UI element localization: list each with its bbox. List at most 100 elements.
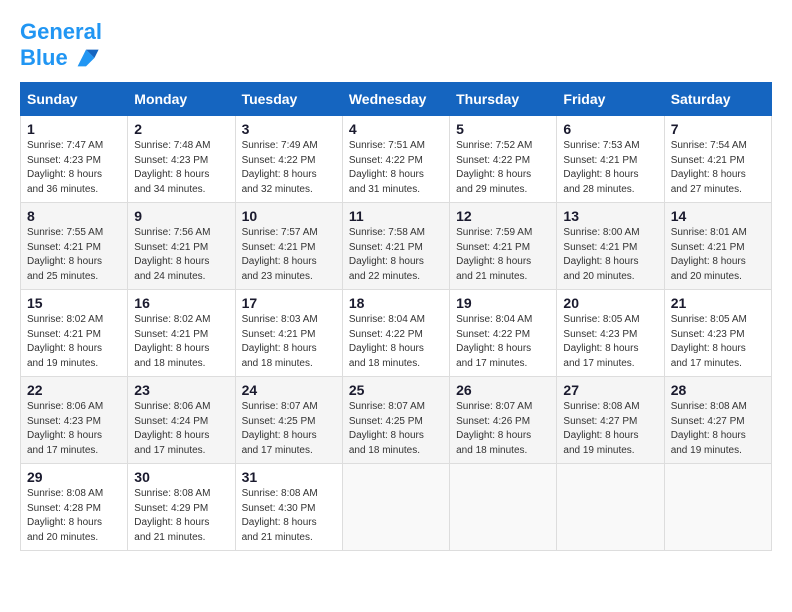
weekday-header-thursday: Thursday (450, 83, 557, 116)
calendar-day-cell: 3 Sunrise: 7:49 AM Sunset: 4:22 PM Dayli… (235, 116, 342, 203)
calendar-day-cell: 16 Sunrise: 8:02 AM Sunset: 4:21 PM Dayl… (128, 290, 235, 377)
day-number: 4 (349, 121, 443, 137)
weekday-header-tuesday: Tuesday (235, 83, 342, 116)
calendar-day-cell: 9 Sunrise: 7:56 AM Sunset: 4:21 PM Dayli… (128, 203, 235, 290)
calendar-day-cell: 8 Sunrise: 7:55 AM Sunset: 4:21 PM Dayli… (21, 203, 128, 290)
day-number: 31 (242, 469, 336, 485)
day-info: Sunrise: 8:07 AM Sunset: 4:25 PM Dayligh… (349, 400, 443, 458)
calendar-day-cell: 25 Sunrise: 8:07 AM Sunset: 4:25 PM Dayl… (342, 377, 449, 464)
calendar-week-row: 15 Sunrise: 8:02 AM Sunset: 4:21 PM Dayl… (21, 290, 772, 377)
day-number: 23 (134, 382, 228, 398)
day-number: 11 (349, 208, 443, 224)
day-number: 22 (27, 382, 121, 398)
day-number: 13 (563, 208, 657, 224)
day-info: Sunrise: 7:51 AM Sunset: 4:22 PM Dayligh… (349, 139, 443, 197)
calendar-day-cell: 19 Sunrise: 8:04 AM Sunset: 4:22 PM Dayl… (450, 290, 557, 377)
day-number: 20 (563, 295, 657, 311)
day-info: Sunrise: 8:01 AM Sunset: 4:21 PM Dayligh… (671, 226, 765, 284)
day-number: 16 (134, 295, 228, 311)
day-info: Sunrise: 7:52 AM Sunset: 4:22 PM Dayligh… (456, 139, 550, 197)
day-number: 7 (671, 121, 765, 137)
logo-blue: Blue (20, 46, 68, 70)
calendar-day-cell: 30 Sunrise: 8:08 AM Sunset: 4:29 PM Dayl… (128, 464, 235, 551)
day-number: 28 (671, 382, 765, 398)
day-number: 10 (242, 208, 336, 224)
calendar-week-row: 8 Sunrise: 7:55 AM Sunset: 4:21 PM Dayli… (21, 203, 772, 290)
day-number: 3 (242, 121, 336, 137)
calendar-day-cell: 7 Sunrise: 7:54 AM Sunset: 4:21 PM Dayli… (664, 116, 771, 203)
calendar-header-row: SundayMondayTuesdayWednesdayThursdayFrid… (21, 83, 772, 116)
calendar-day-cell: 13 Sunrise: 8:00 AM Sunset: 4:21 PM Dayl… (557, 203, 664, 290)
day-number: 9 (134, 208, 228, 224)
calendar-day-cell: 29 Sunrise: 8:08 AM Sunset: 4:28 PM Dayl… (21, 464, 128, 551)
day-number: 18 (349, 295, 443, 311)
day-info: Sunrise: 7:57 AM Sunset: 4:21 PM Dayligh… (242, 226, 336, 284)
calendar-day-cell: 27 Sunrise: 8:08 AM Sunset: 4:27 PM Dayl… (557, 377, 664, 464)
calendar-week-row: 29 Sunrise: 8:08 AM Sunset: 4:28 PM Dayl… (21, 464, 772, 551)
day-info: Sunrise: 8:03 AM Sunset: 4:21 PM Dayligh… (242, 313, 336, 371)
day-number: 27 (563, 382, 657, 398)
day-number: 26 (456, 382, 550, 398)
calendar-day-cell: 11 Sunrise: 7:58 AM Sunset: 4:21 PM Dayl… (342, 203, 449, 290)
day-number: 15 (27, 295, 121, 311)
calendar-day-cell: 10 Sunrise: 7:57 AM Sunset: 4:21 PM Dayl… (235, 203, 342, 290)
day-info: Sunrise: 7:55 AM Sunset: 4:21 PM Dayligh… (27, 226, 121, 284)
day-info: Sunrise: 7:56 AM Sunset: 4:21 PM Dayligh… (134, 226, 228, 284)
weekday-header-friday: Friday (557, 83, 664, 116)
weekday-header-monday: Monday (128, 83, 235, 116)
weekday-header-sunday: Sunday (21, 83, 128, 116)
page-header: General Blue (20, 20, 772, 72)
day-number: 21 (671, 295, 765, 311)
day-info: Sunrise: 8:05 AM Sunset: 4:23 PM Dayligh… (671, 313, 765, 371)
calendar-day-cell (450, 464, 557, 551)
calendar-day-cell: 26 Sunrise: 8:07 AM Sunset: 4:26 PM Dayl… (450, 377, 557, 464)
day-info: Sunrise: 8:07 AM Sunset: 4:26 PM Dayligh… (456, 400, 550, 458)
day-info: Sunrise: 8:05 AM Sunset: 4:23 PM Dayligh… (563, 313, 657, 371)
calendar-day-cell (557, 464, 664, 551)
calendar-day-cell: 12 Sunrise: 7:59 AM Sunset: 4:21 PM Dayl… (450, 203, 557, 290)
day-number: 1 (27, 121, 121, 137)
day-info: Sunrise: 8:08 AM Sunset: 4:28 PM Dayligh… (27, 487, 121, 545)
calendar-day-cell: 5 Sunrise: 7:52 AM Sunset: 4:22 PM Dayli… (450, 116, 557, 203)
day-number: 2 (134, 121, 228, 137)
calendar-day-cell: 20 Sunrise: 8:05 AM Sunset: 4:23 PM Dayl… (557, 290, 664, 377)
calendar-day-cell: 6 Sunrise: 7:53 AM Sunset: 4:21 PM Dayli… (557, 116, 664, 203)
day-info: Sunrise: 7:49 AM Sunset: 4:22 PM Dayligh… (242, 139, 336, 197)
logo-icon (72, 44, 100, 72)
logo: General Blue (20, 20, 102, 72)
weekday-header-wednesday: Wednesday (342, 83, 449, 116)
day-number: 24 (242, 382, 336, 398)
calendar-day-cell (342, 464, 449, 551)
calendar-day-cell (664, 464, 771, 551)
day-info: Sunrise: 8:08 AM Sunset: 4:30 PM Dayligh… (242, 487, 336, 545)
calendar-table: SundayMondayTuesdayWednesdayThursdayFrid… (20, 82, 772, 551)
day-number: 25 (349, 382, 443, 398)
calendar-week-row: 1 Sunrise: 7:47 AM Sunset: 4:23 PM Dayli… (21, 116, 772, 203)
day-info: Sunrise: 7:48 AM Sunset: 4:23 PM Dayligh… (134, 139, 228, 197)
day-info: Sunrise: 7:54 AM Sunset: 4:21 PM Dayligh… (671, 139, 765, 197)
calendar-week-row: 22 Sunrise: 8:06 AM Sunset: 4:23 PM Dayl… (21, 377, 772, 464)
day-info: Sunrise: 8:08 AM Sunset: 4:27 PM Dayligh… (671, 400, 765, 458)
day-info: Sunrise: 8:02 AM Sunset: 4:21 PM Dayligh… (27, 313, 121, 371)
day-number: 19 (456, 295, 550, 311)
calendar-day-cell: 31 Sunrise: 8:08 AM Sunset: 4:30 PM Dayl… (235, 464, 342, 551)
day-number: 30 (134, 469, 228, 485)
weekday-header-saturday: Saturday (664, 83, 771, 116)
day-number: 12 (456, 208, 550, 224)
day-info: Sunrise: 7:59 AM Sunset: 4:21 PM Dayligh… (456, 226, 550, 284)
calendar-day-cell: 17 Sunrise: 8:03 AM Sunset: 4:21 PM Dayl… (235, 290, 342, 377)
calendar-day-cell: 14 Sunrise: 8:01 AM Sunset: 4:21 PM Dayl… (664, 203, 771, 290)
day-number: 29 (27, 469, 121, 485)
calendar-day-cell: 24 Sunrise: 8:07 AM Sunset: 4:25 PM Dayl… (235, 377, 342, 464)
day-info: Sunrise: 8:07 AM Sunset: 4:25 PM Dayligh… (242, 400, 336, 458)
calendar-day-cell: 23 Sunrise: 8:06 AM Sunset: 4:24 PM Dayl… (128, 377, 235, 464)
day-info: Sunrise: 8:06 AM Sunset: 4:23 PM Dayligh… (27, 400, 121, 458)
calendar-day-cell: 15 Sunrise: 8:02 AM Sunset: 4:21 PM Dayl… (21, 290, 128, 377)
calendar-day-cell: 18 Sunrise: 8:04 AM Sunset: 4:22 PM Dayl… (342, 290, 449, 377)
day-number: 6 (563, 121, 657, 137)
day-number: 5 (456, 121, 550, 137)
day-info: Sunrise: 8:08 AM Sunset: 4:27 PM Dayligh… (563, 400, 657, 458)
day-info: Sunrise: 7:47 AM Sunset: 4:23 PM Dayligh… (27, 139, 121, 197)
day-info: Sunrise: 8:04 AM Sunset: 4:22 PM Dayligh… (349, 313, 443, 371)
calendar-day-cell: 4 Sunrise: 7:51 AM Sunset: 4:22 PM Dayli… (342, 116, 449, 203)
